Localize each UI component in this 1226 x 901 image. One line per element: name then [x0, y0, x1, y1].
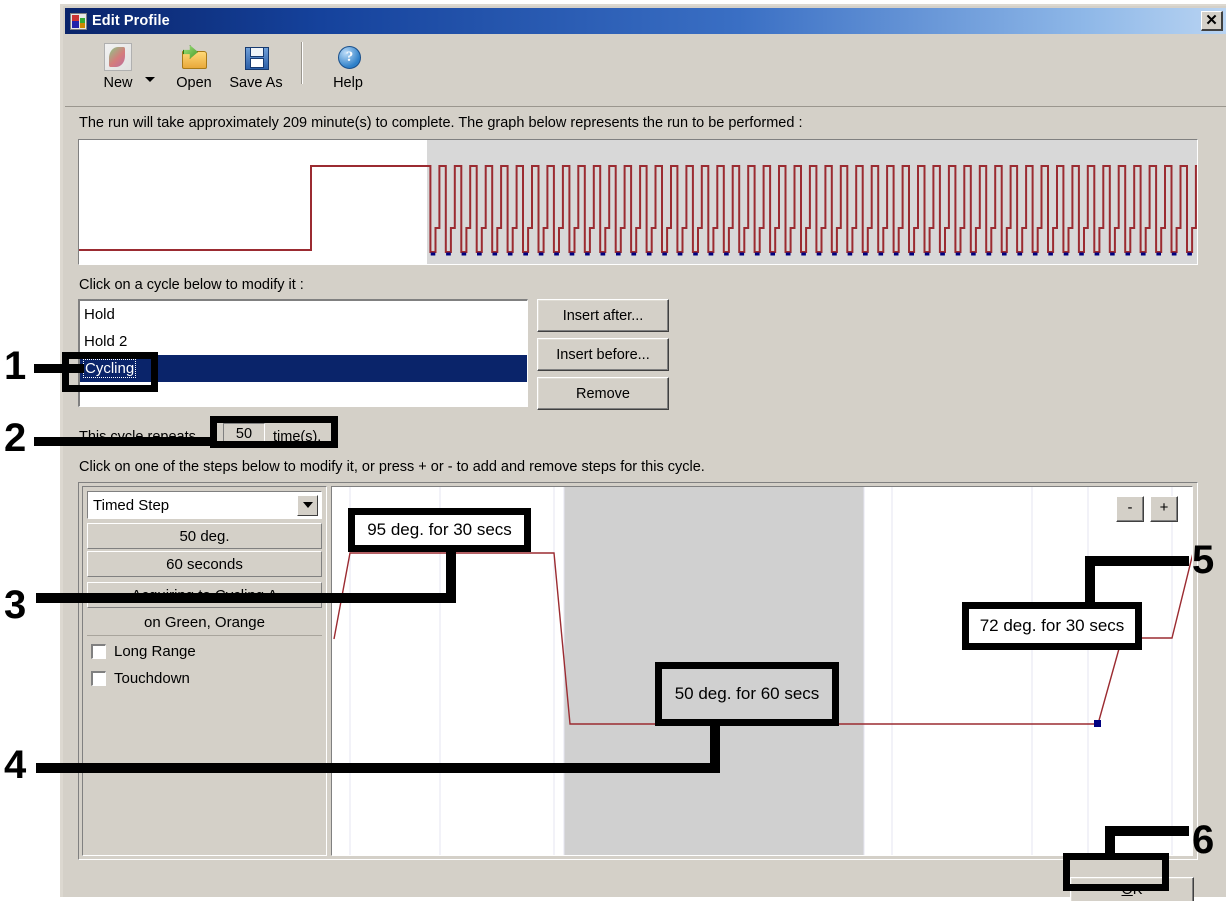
- long-range-checkbox[interactable]: [91, 644, 106, 659]
- screenshot-root: Edit Profile ✕ New Open Save As Help: [0, 0, 1226, 901]
- cycle-item-label: Hold: [84, 306, 115, 323]
- touchdown-checkbox[interactable]: [91, 671, 106, 686]
- long-range-label: Long Range: [114, 643, 196, 660]
- annotation-box-repeats: [210, 416, 338, 448]
- open-button[interactable]: Open: [163, 39, 225, 91]
- window-title: Edit Profile: [92, 13, 170, 29]
- touchdown-label: Touchdown: [114, 670, 190, 687]
- open-button-label: Open: [176, 75, 212, 91]
- annotation-box-ok: [1063, 853, 1169, 891]
- annotation-number-6: 6: [1192, 818, 1215, 862]
- callout-50-deg: 50 deg. for 60 secs: [655, 662, 839, 726]
- annotation-number-1: 1: [4, 344, 27, 388]
- profile-icon: [70, 12, 87, 30]
- insert-before-button[interactable]: Insert before...: [537, 338, 669, 371]
- callout-95-deg: 95 deg. for 30 secs: [348, 508, 531, 552]
- steps-area: Timed Step 50 deg. 60 seconds Acquiring …: [78, 482, 1198, 860]
- annotation-leader-5b: [1085, 556, 1095, 608]
- annotation-leader-4: [36, 763, 720, 773]
- cycle-item-label: Hold 2: [84, 333, 128, 350]
- step-duration-button[interactable]: 60 seconds: [87, 551, 322, 577]
- annotation-number-3: 3: [4, 583, 27, 627]
- floppy-disk-icon: [242, 43, 270, 71]
- annotation-leader-5: [1085, 556, 1189, 566]
- step-editor-panel: Timed Step 50 deg. 60 seconds Acquiring …: [82, 486, 327, 856]
- insert-after-button[interactable]: Insert after...: [537, 299, 669, 332]
- step-type-value: Timed Step: [93, 496, 170, 514]
- touchdown-checkbox-row[interactable]: Touchdown: [91, 670, 190, 687]
- toolbar: New Open Save As Help: [65, 34, 1226, 106]
- chevron-down-icon[interactable]: [143, 53, 157, 93]
- cycle-list-prompt: Click on a cycle below to modify it :: [79, 277, 304, 293]
- acquisition-marker: [1094, 720, 1101, 727]
- annotation-number-4: 4: [4, 743, 27, 787]
- long-range-checkbox-row[interactable]: Long Range: [91, 643, 196, 660]
- annotation-box-cycling: [62, 352, 158, 392]
- help-button[interactable]: Help: [317, 39, 379, 91]
- callout-72-deg: 72 deg. for 30 secs: [962, 602, 1142, 650]
- zoom-out-button[interactable]: -: [1116, 496, 1144, 522]
- overview-trace-svg: [79, 165, 1197, 256]
- annotation-leader-4b: [710, 723, 720, 769]
- chevron-down-icon[interactable]: [297, 494, 318, 516]
- annotation-number-2: 2: [4, 416, 27, 460]
- title-bar: Edit Profile ✕: [65, 8, 1226, 34]
- step-temperature-button[interactable]: 50 deg.: [87, 523, 322, 549]
- cycle-list-item-hold-2[interactable]: Hold 2: [80, 328, 527, 355]
- close-icon[interactable]: ✕: [1201, 11, 1223, 31]
- new-button-label: New: [103, 75, 133, 91]
- save-as-button[interactable]: Save As: [225, 39, 287, 91]
- dialog-client-area: The run will take approximately 209 minu…: [65, 106, 1226, 901]
- steps-prompt: Click on one of the steps below to modif…: [79, 459, 705, 475]
- run-description: The run will take approximately 209 minu…: [79, 115, 803, 131]
- new-document-icon: [104, 43, 132, 71]
- annotation-leader-6: [1105, 826, 1189, 836]
- zoom-in-button[interactable]: +: [1150, 496, 1178, 522]
- save-as-button-label: Save As: [229, 75, 283, 91]
- step-channels-label: on Green, Orange: [87, 610, 322, 636]
- help-button-label: Help: [333, 75, 363, 91]
- annotation-number-5: 5: [1192, 538, 1215, 582]
- open-folder-icon: [180, 43, 208, 71]
- step-type-dropdown[interactable]: Timed Step: [87, 491, 322, 519]
- toolbar-separator: [301, 42, 303, 84]
- run-overview-graph: [78, 139, 1198, 265]
- new-button[interactable]: New: [87, 39, 149, 91]
- annotation-leader-2: [34, 437, 214, 446]
- remove-button[interactable]: Remove: [537, 377, 669, 410]
- question-mark-icon: [334, 43, 362, 71]
- annotation-leader-3: [36, 593, 456, 603]
- cycle-list-item-hold[interactable]: Hold: [80, 301, 527, 328]
